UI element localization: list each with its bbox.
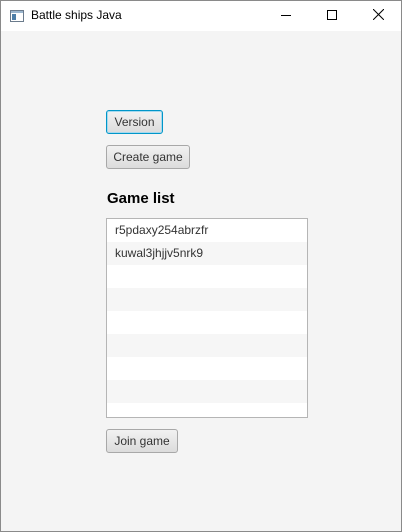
list-item-empty — [107, 357, 307, 380]
version-button[interactable]: Version — [106, 110, 163, 134]
list-item-empty — [107, 403, 307, 417]
window-app-icon — [10, 9, 24, 22]
list-item-empty — [107, 311, 307, 334]
join-game-button[interactable]: Join game — [106, 429, 178, 453]
list-item-empty — [107, 380, 307, 403]
app-window: Battle ships Java Version Create game Ga… — [0, 0, 402, 532]
list-item[interactable]: kuwal3jhjjv5nrk9 — [107, 242, 307, 265]
window-title: Battle ships Java — [31, 8, 122, 22]
close-icon — [372, 7, 384, 25]
game-list[interactable]: r5pdaxy254abrzfr kuwal3jhjjv5nrk9 — [106, 218, 308, 418]
close-button[interactable] — [355, 1, 401, 31]
list-item-empty — [107, 288, 307, 311]
title-bar[interactable]: Battle ships Java — [1, 1, 401, 31]
maximize-button[interactable] — [309, 1, 355, 31]
maximize-icon — [327, 7, 337, 25]
list-item-empty — [107, 265, 307, 288]
minimize-button[interactable] — [263, 1, 309, 31]
list-item-empty — [107, 334, 307, 357]
list-item[interactable]: r5pdaxy254abrzfr — [107, 219, 307, 242]
minimize-icon — [281, 7, 291, 25]
game-list-heading: Game list — [107, 190, 175, 207]
create-game-button[interactable]: Create game — [106, 145, 190, 169]
